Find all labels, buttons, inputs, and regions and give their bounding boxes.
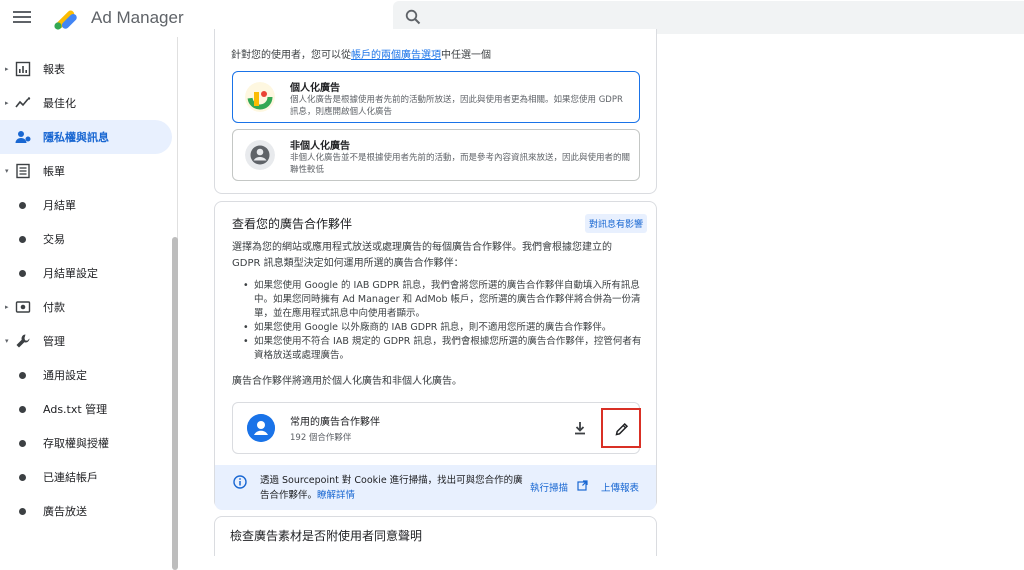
ad-options-link[interactable]: 帳戶的兩個廣告選項 bbox=[351, 50, 441, 61]
ad-options-card: 針對您的使用者，您可以從帳戶的兩個廣告選項中任選一個 個人化廣告 個人化廣告是根… bbox=[214, 29, 657, 194]
creative-consent-title: 檢查廣告素材是否附使用者同意聲明 bbox=[230, 529, 423, 543]
upload-report-link[interactable]: 上傳報表 bbox=[601, 480, 639, 494]
sidebar-item-global-settings[interactable]: 通用設定 bbox=[0, 358, 172, 392]
payment-icon bbox=[15, 301, 31, 313]
bar-chart-icon bbox=[15, 61, 31, 77]
applies-note: 廣告合作夥伴將適用於個人化廣告和非個人化廣告。 bbox=[232, 376, 462, 387]
app-title: Ad Manager bbox=[91, 8, 184, 27]
bullet-dot-icon bbox=[19, 507, 26, 515]
person-shield-icon bbox=[15, 131, 31, 143]
non-personalized-ads-option[interactable]: 非個人化廣告 非個人化廣告並不是根據使用者先前的活動，而是參考內容資訊來放送，因… bbox=[232, 129, 640, 181]
personalized-ads-title: 個人化廣告 bbox=[290, 83, 340, 94]
non-personalized-ads-title: 非個人化廣告 bbox=[290, 141, 350, 152]
sidebar-item-label: 付款 bbox=[43, 301, 65, 314]
sidebar-item-label: 已連結帳戶 bbox=[43, 471, 98, 484]
info-icon bbox=[233, 475, 247, 489]
sidebar-item-linked-accounts[interactable]: 已連結帳戶 bbox=[0, 460, 172, 494]
info-text: 透過 Sourcepoint 對 Cookie 進行掃描，找出可與您合作的廣告合… bbox=[260, 475, 523, 501]
sourcepoint-info-text: 透過 Sourcepoint 對 Cookie 進行掃描，找出可與您合作的廣告合… bbox=[260, 473, 530, 503]
common-partners-row: 常用的廣告合作夥伴 192 個合作夥伴 bbox=[232, 402, 641, 454]
non-personalized-ads-desc: 非個人化廣告並不是根據使用者先前的活動，而是參考內容資訊來放送，因此與使用者的關… bbox=[290, 153, 631, 175]
ad-manager-logo-icon bbox=[54, 10, 77, 30]
partner-count: 192 個合作夥伴 bbox=[290, 433, 352, 443]
learn-more-link[interactable]: 瞭解詳情 bbox=[317, 490, 355, 501]
receipt-icon bbox=[16, 163, 30, 179]
expand-caret-icon[interactable]: ▸ bbox=[5, 303, 9, 311]
sidebar-item-label: 最佳化 bbox=[43, 97, 76, 110]
list-item: 如果您使用 Google 以外廠商的 IAB GDPR 訊息，則不適用您所選的廣… bbox=[243, 321, 643, 335]
bullet-dot-icon bbox=[19, 371, 26, 379]
sidebar-item-admin[interactable]: ▾ 管理 bbox=[0, 324, 172, 358]
collapse-caret-icon[interactable]: ▾ bbox=[5, 337, 9, 345]
expand-caret-icon[interactable]: ▸ bbox=[5, 65, 9, 73]
personalized-ads-option[interactable]: 個人化廣告 個人化廣告是根據使用者先前的活動所放送，因此與使用者更為相關。如果您… bbox=[232, 71, 640, 123]
pencil-icon bbox=[615, 422, 629, 436]
sidebar-item-label: 月結單 bbox=[43, 199, 76, 212]
sidebar-item-label: 交易 bbox=[43, 233, 65, 246]
ad-options-intro: 針對您的使用者，您可以從帳戶的兩個廣告選項中任選一個 bbox=[231, 46, 491, 61]
personalized-ads-desc: 個人化廣告是根據使用者先前的活動所放送，因此與使用者更為相關。如果您使用 GDP… bbox=[290, 95, 623, 117]
hamburger-menu-icon[interactable] bbox=[13, 9, 31, 27]
sidebar-item-ads-txt[interactable]: Ads.txt 管理 bbox=[0, 392, 172, 426]
main-content: 針對您的使用者，您可以從帳戶的兩個廣告選項中任選一個 個人化廣告 個人化廣告是根… bbox=[179, 29, 1024, 556]
sidebar-item-ad-serving[interactable]: 廣告放送 bbox=[0, 494, 172, 528]
sidebar-item-label: 廣告放送 bbox=[43, 505, 87, 518]
expand-caret-icon[interactable]: ▸ bbox=[5, 99, 9, 107]
sidebar-item-label: 隱私權與訊息 bbox=[43, 131, 109, 144]
bullet-dot-icon bbox=[19, 473, 26, 481]
bullet-dot-icon bbox=[19, 439, 26, 447]
sidebar-item-billing[interactable]: ▾ 帳單 bbox=[0, 154, 172, 188]
non-personalized-ads-icon bbox=[245, 140, 275, 170]
list-item: 如果您使用 Google 的 IAB GDPR 訊息，我們會將您所選的廣告合作夥… bbox=[243, 279, 643, 321]
open-in-new-icon[interactable] bbox=[577, 480, 588, 491]
intro-text: 針對您的使用者，您可以從 bbox=[231, 50, 351, 61]
sidebar-item-reports[interactable]: ▸ 報表 bbox=[0, 52, 172, 86]
affects-messages-badge: 對訊息有影響 bbox=[584, 214, 647, 233]
sidebar-item-optimize[interactable]: ▸ 最佳化 bbox=[0, 86, 172, 120]
partner-group-icon bbox=[247, 414, 275, 442]
list-item: 如果您使用不符合 IAB 規定的 GDPR 訊息，我們會根據您所選的廣告合作夥伴… bbox=[243, 335, 643, 363]
bullet-dot-icon bbox=[19, 269, 26, 277]
personalized-ads-icon bbox=[245, 82, 275, 112]
sidebar-item-statements[interactable]: 月結單 bbox=[0, 188, 172, 222]
ad-partners-description: 選擇為您的網站或應用程式放送或處理廣告的每個廣告合作夥伴。我們會根據您建立的 G… bbox=[232, 242, 612, 269]
ad-partners-title: 查看您的廣告合作夥伴 bbox=[232, 217, 353, 231]
intro-text-suffix: 中任選一個 bbox=[441, 50, 491, 61]
creative-consent-card: 檢查廣告素材是否附使用者同意聲明 bbox=[214, 516, 657, 556]
sidebar-scrollbar[interactable] bbox=[172, 237, 178, 570]
bullet-dot-icon bbox=[19, 235, 26, 243]
ad-partners-bullet-list: 如果您使用 Google 的 IAB GDPR 訊息，我們會將您所選的廣告合作夥… bbox=[243, 279, 643, 363]
sidebar-item-payments[interactable]: ▸ 付款 bbox=[0, 290, 172, 324]
sidebar-item-label: 管理 bbox=[43, 335, 65, 348]
sidebar-item-label: 帳單 bbox=[43, 165, 65, 178]
sidebar-item-access-authorization[interactable]: 存取權與授權 bbox=[0, 426, 172, 460]
sidebar-item-label: Ads.txt 管理 bbox=[43, 403, 108, 416]
sidebar-item-label: 通用設定 bbox=[43, 369, 87, 382]
sidebar-item-label: 報表 bbox=[43, 63, 65, 76]
ad-partners-card: 查看您的廣告合作夥伴 對訊息有影響 選擇為您的網站或應用程式放送或處理廣告的每個… bbox=[214, 201, 657, 510]
common-partners-title: 常用的廣告合作夥伴 bbox=[290, 417, 380, 428]
search-icon bbox=[405, 9, 421, 25]
collapse-caret-icon[interactable]: ▾ bbox=[5, 167, 9, 175]
sidebar-item-privacy-messaging[interactable]: 隱私權與訊息 bbox=[0, 120, 172, 154]
sourcepoint-info-banner: 透過 Sourcepoint 對 Cookie 進行掃描，找出可與您合作的廣告合… bbox=[215, 465, 656, 510]
edit-partners-button[interactable] bbox=[601, 408, 641, 448]
sidebar-item-label: 存取權與授權 bbox=[43, 437, 109, 450]
sidebar-item-statement-settings[interactable]: 月結單設定 bbox=[0, 256, 172, 290]
trending-icon bbox=[15, 97, 31, 108]
sidebar-item-transactions[interactable]: 交易 bbox=[0, 222, 172, 256]
bullet-dot-icon bbox=[19, 405, 26, 413]
bullet-dot-icon bbox=[19, 201, 26, 209]
sidebar-item-label: 月結單設定 bbox=[43, 267, 98, 280]
run-scan-link[interactable]: 執行掃描 bbox=[530, 480, 568, 494]
sidebar-nav: ▸ 報表 ▸ 最佳化 隱私權與訊息 ▾ 帳單 月結單 交易 月結單設定 ▸ 付款… bbox=[0, 37, 178, 570]
download-icon[interactable] bbox=[571, 419, 589, 437]
wrench-icon bbox=[16, 334, 30, 348]
